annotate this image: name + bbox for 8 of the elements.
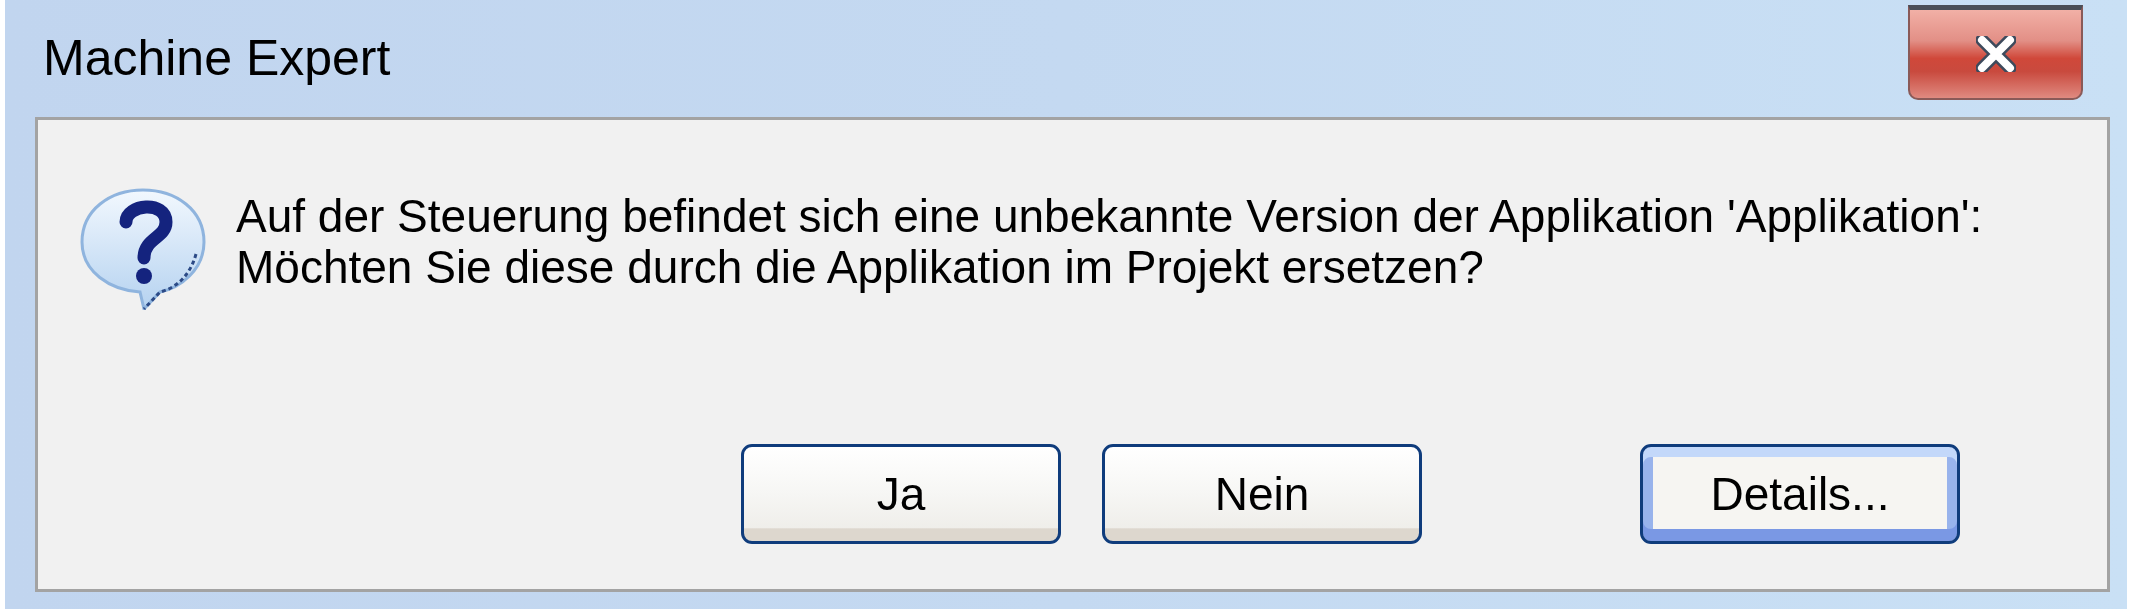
dialog-button[interactable]: Nein xyxy=(1102,444,1422,544)
window-title: Machine Expert xyxy=(43,30,391,88)
close-button[interactable] xyxy=(1908,5,2083,100)
dialog-button[interactable]: Details... xyxy=(1640,444,1960,544)
question-icon xyxy=(80,188,207,310)
close-icon xyxy=(1975,36,2016,72)
dialog-button[interactable]: Ja xyxy=(741,444,1061,544)
message-text: Auf der Steuerung befindet sich eine unbekannte Version der Applikation 'Applikation': Möchten Sie diese durch die Applikation im Projekt ersetzen? xyxy=(236,191,1983,293)
